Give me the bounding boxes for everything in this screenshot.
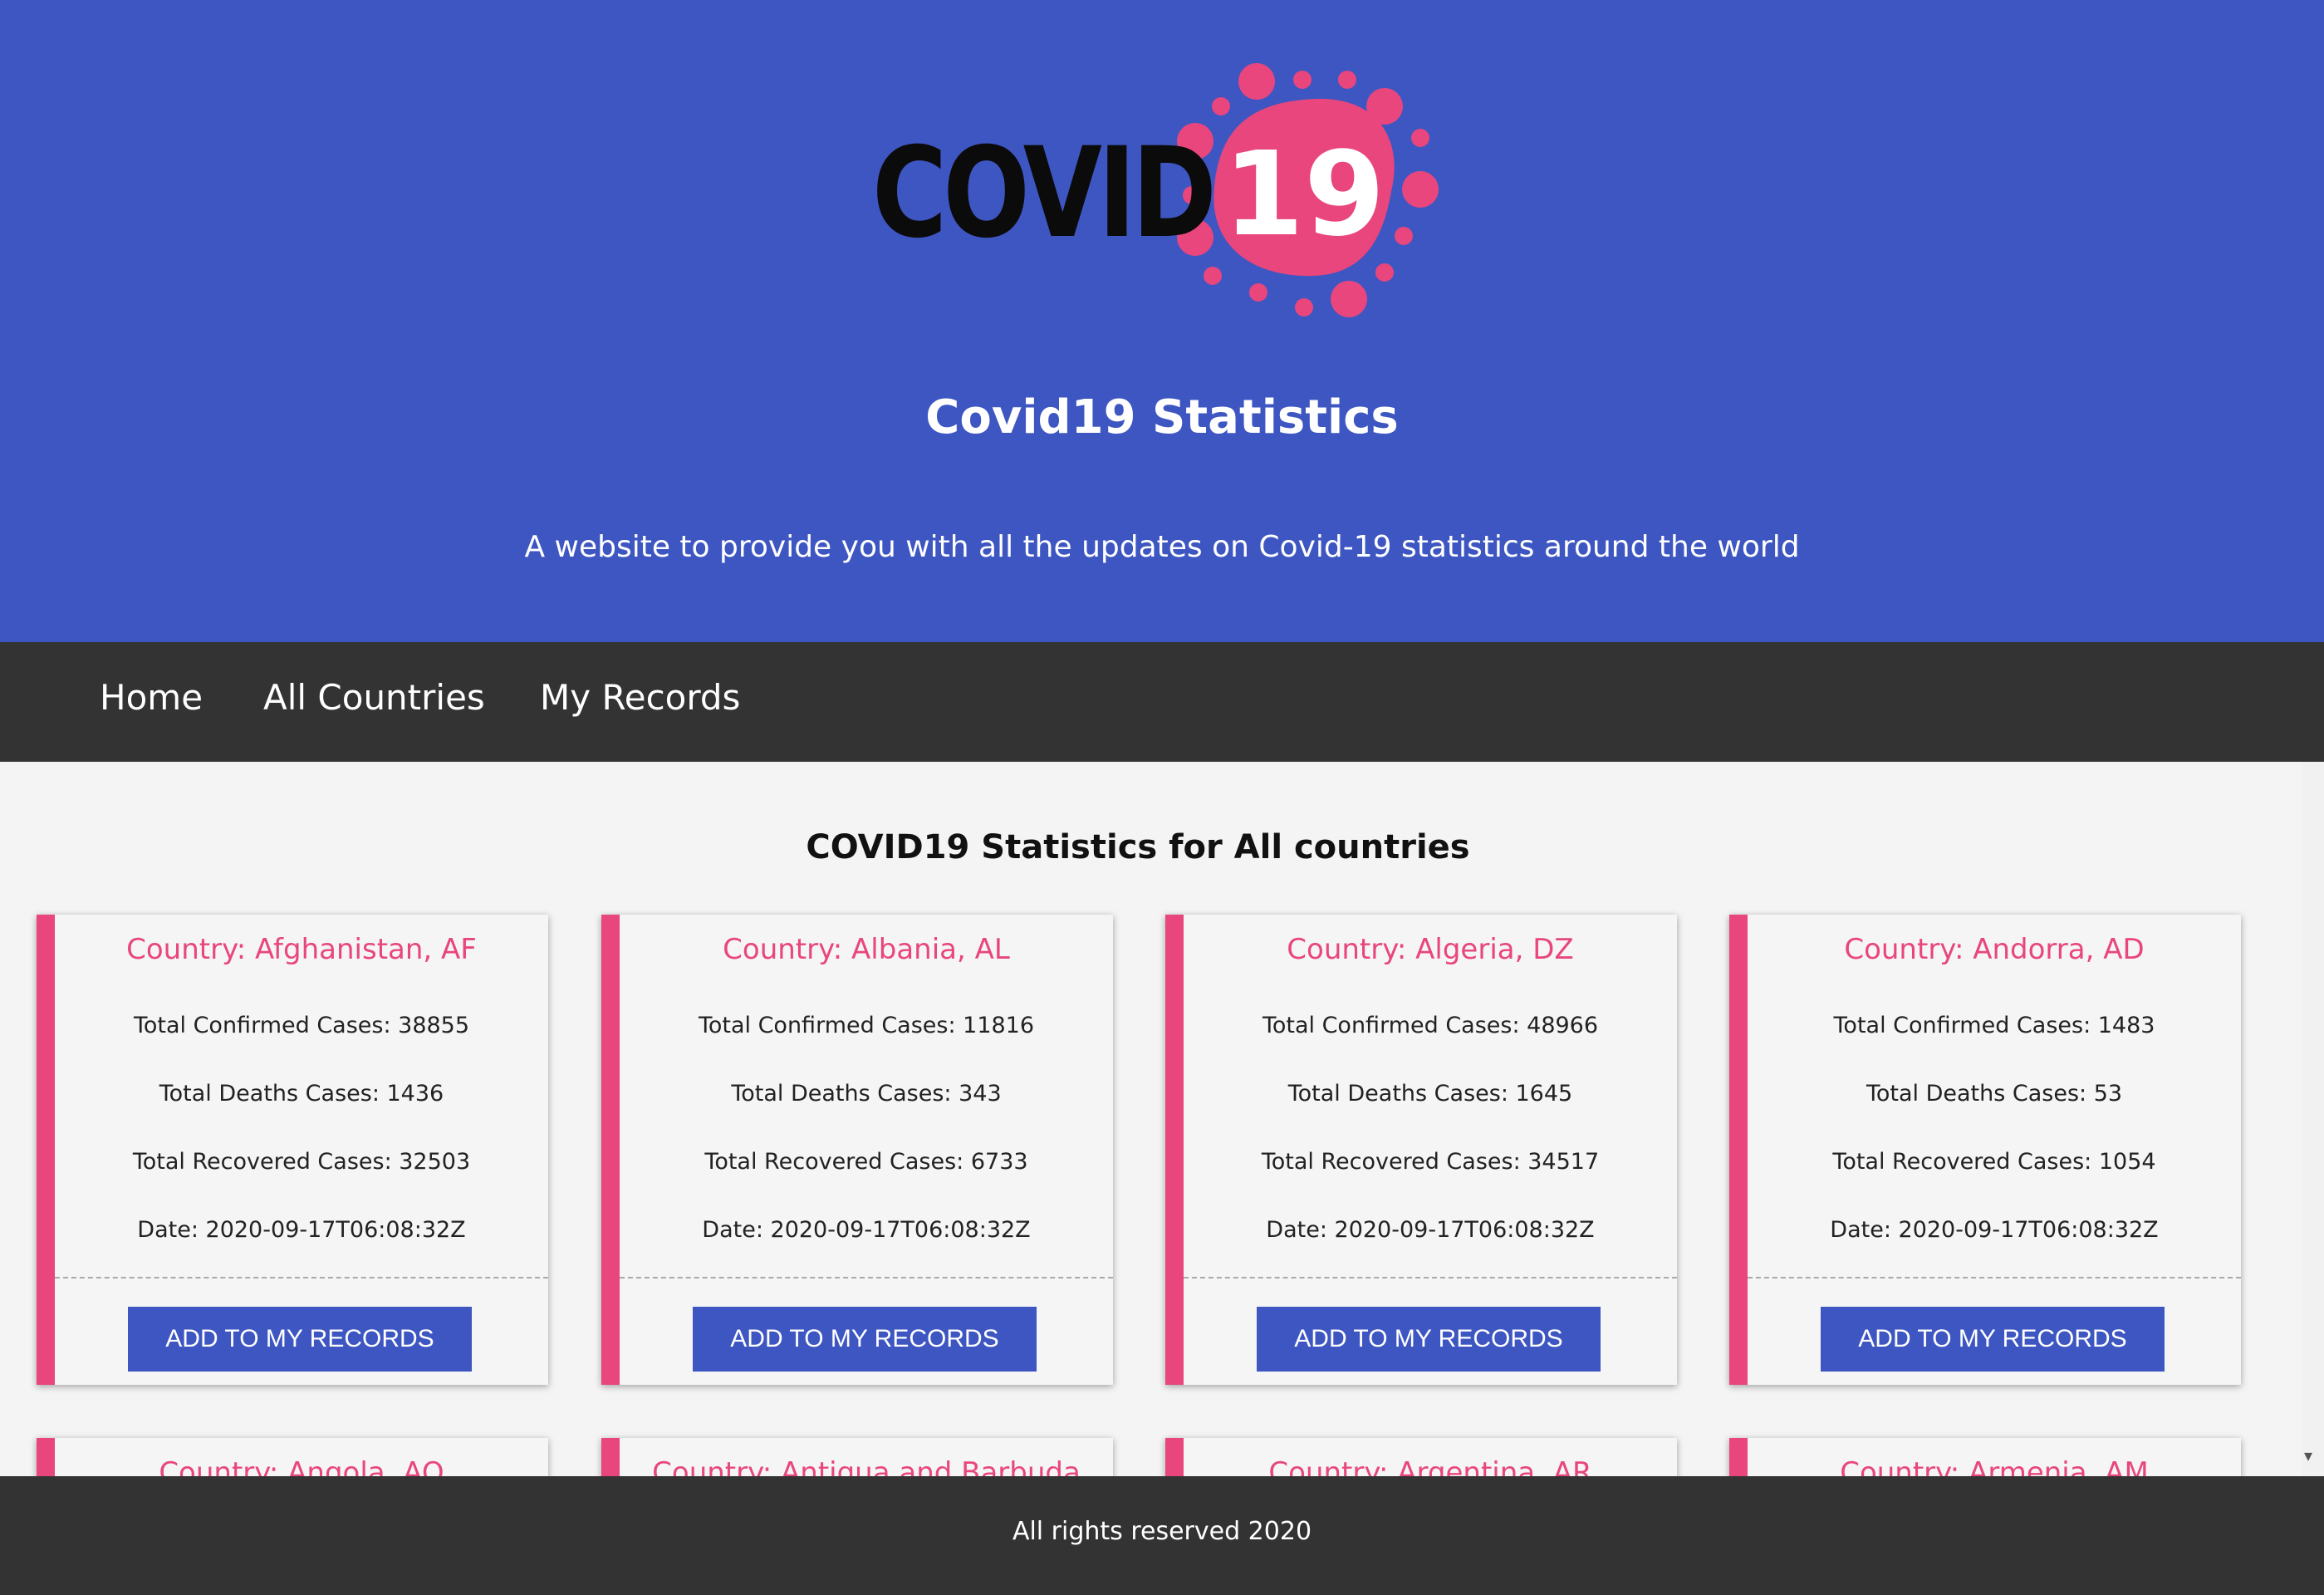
country-card: Country: Andorra, AD Total Confirmed Cas… bbox=[1729, 915, 2241, 1385]
site-subtitle: A website to provide you with all the up… bbox=[524, 530, 1800, 564]
card-country: Country: Afghanistan, AF bbox=[126, 933, 477, 966]
card-deaths: Total Deaths Cases: 1436 bbox=[159, 1081, 444, 1107]
card-country: Country: Andorra, AD bbox=[1844, 933, 2145, 966]
add-to-my-records-button[interactable]: ADD TO MY RECORDS bbox=[1257, 1307, 1601, 1372]
country-card: Country: Albania, AL Total Confirmed Cas… bbox=[601, 915, 1113, 1385]
card-confirmed: Total Confirmed Cases: 11816 bbox=[698, 1013, 1035, 1038]
section-title: COVID19 Statistics for All countries bbox=[806, 828, 1470, 866]
card-divider bbox=[1184, 1277, 1677, 1278]
add-to-my-records-button[interactable]: ADD TO MY RECORDS bbox=[1821, 1307, 2165, 1372]
card-country: Country: Antigua and Barbuda bbox=[652, 1456, 1081, 1476]
card-country: Country: Angola, AO bbox=[159, 1456, 444, 1476]
card-divider bbox=[55, 1277, 548, 1278]
nav-home[interactable]: Home bbox=[100, 677, 203, 718]
nav-all-countries[interactable]: All Countries bbox=[263, 677, 485, 718]
nav-my-records[interactable]: My Records bbox=[540, 677, 740, 718]
scroll-down-icon[interactable]: ▾ bbox=[2304, 1445, 2312, 1465]
card-recovered: Total Recovered Cases: 6733 bbox=[704, 1149, 1028, 1175]
card-date: Date: 2020-09-17T06:08:32Z bbox=[1830, 1217, 2159, 1243]
add-to-my-records-button[interactable]: ADD TO MY RECORDS bbox=[693, 1307, 1037, 1372]
site-title: Covid19 Statistics bbox=[925, 390, 1399, 444]
card-country: Country: Albania, AL bbox=[723, 933, 1010, 966]
card-deaths: Total Deaths Cases: 1645 bbox=[1287, 1081, 1573, 1107]
card-recovered: Total Recovered Cases: 32503 bbox=[132, 1149, 471, 1175]
card-date: Date: 2020-09-17T06:08:32Z bbox=[702, 1217, 1031, 1243]
card-deaths: Total Deaths Cases: 343 bbox=[731, 1081, 1002, 1107]
card-recovered: Total Recovered Cases: 34517 bbox=[1261, 1149, 1600, 1175]
country-card: Country: Argentina, AR bbox=[1165, 1438, 1677, 1476]
card-country: Country: Argentina, AR bbox=[1268, 1456, 1592, 1476]
card-recovered: Total Recovered Cases: 1054 bbox=[1832, 1149, 2156, 1175]
site-footer: All rights reserved 2020 bbox=[0, 1476, 2324, 1595]
card-country: Country: Armenia, AM bbox=[1840, 1456, 2149, 1476]
card-country: Country: Algeria, DZ bbox=[1287, 933, 1574, 966]
country-card: Country: Antigua and Barbuda bbox=[601, 1438, 1113, 1476]
country-card: Country: Angola, AO bbox=[37, 1438, 548, 1476]
footer-copyright: All rights reserved 2020 bbox=[1012, 1517, 1312, 1546]
card-divider bbox=[1748, 1277, 2241, 1278]
logo-word: COVID bbox=[872, 121, 1217, 266]
card-divider bbox=[620, 1277, 1113, 1278]
card-deaths: Total Deaths Cases: 53 bbox=[1866, 1081, 2123, 1107]
main-nav: Home All Countries My Records bbox=[0, 642, 2324, 762]
card-confirmed: Total Confirmed Cases: 38855 bbox=[133, 1013, 470, 1038]
country-card: Country: Algeria, DZ Total Confirmed Cas… bbox=[1165, 915, 1677, 1385]
main-content: COVID19 Statistics for All countries Cou… bbox=[0, 762, 2324, 1476]
svg-text:19: 19 bbox=[1223, 127, 1385, 263]
card-date: Date: 2020-09-17T06:08:32Z bbox=[1266, 1217, 1595, 1243]
card-confirmed: Total Confirmed Cases: 48966 bbox=[1262, 1013, 1599, 1038]
site-header: 19 COVID Covid19 Statistics A website to… bbox=[0, 0, 2324, 642]
covid19-logo: 19 COVID bbox=[872, 58, 1454, 332]
card-date: Date: 2020-09-17T06:08:32Z bbox=[137, 1217, 466, 1243]
page-scrollbar[interactable] bbox=[2302, 762, 2324, 1476]
country-card: Country: Armenia, AM bbox=[1729, 1438, 2241, 1476]
card-confirmed: Total Confirmed Cases: 1483 bbox=[1833, 1013, 2155, 1038]
country-card: Country: Afghanistan, AF Total Confirmed… bbox=[37, 915, 548, 1385]
add-to-my-records-button[interactable]: ADD TO MY RECORDS bbox=[128, 1307, 472, 1372]
